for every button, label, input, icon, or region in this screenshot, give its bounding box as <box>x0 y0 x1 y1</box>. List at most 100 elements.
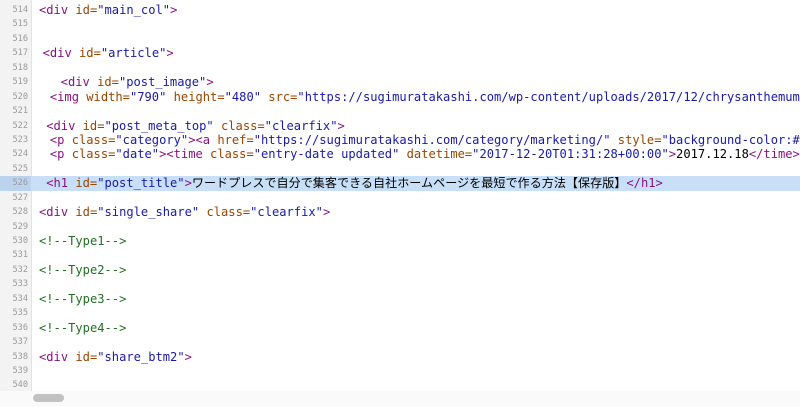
source-line[interactable]: 525 <box>0 162 800 176</box>
line-number: 524 <box>12 149 28 160</box>
string-token: "clearfix" <box>264 118 338 133</box>
line-number: 537 <box>12 337 28 348</box>
source-line[interactable]: 530 <!--Type1--> <box>0 234 800 248</box>
comment-token: <!--Type3--> <box>39 291 127 306</box>
line-code: <!--Type4--> <box>39 321 126 335</box>
attribute-token: height= <box>166 89 225 104</box>
tag-token: <div <box>42 46 80 61</box>
line-code: <div id="post_meta_top" class="clearfix"… <box>46 119 345 133</box>
line-number: 539 <box>12 365 28 376</box>
source-line[interactable]: 538 <div id="share_btm2"> <box>0 350 800 364</box>
line-number: 531 <box>12 250 28 261</box>
line-number: 538 <box>12 351 28 362</box>
string-token: "background-color:# <box>661 132 800 147</box>
source-line[interactable]: 527 <box>0 191 800 205</box>
source-line[interactable]: 533 <box>0 277 800 291</box>
line-number: 526 <box>0 176 31 191</box>
string-token: "main_col" <box>97 3 171 17</box>
comment-token: <!--Type2--> <box>39 262 127 277</box>
comment-token: <!--Type1--> <box>39 234 127 248</box>
line-number: 518 <box>12 62 28 73</box>
source-line[interactable]: 518 <box>0 61 800 75</box>
tag-token: > <box>166 46 174 61</box>
line-number: 520 <box>12 91 28 102</box>
attribute-token: id= <box>97 75 119 90</box>
attribute-token: width= <box>86 89 130 104</box>
string-token: "article" <box>100 46 167 61</box>
attribute-token: class= <box>213 118 265 133</box>
string-token: "category" <box>115 132 189 147</box>
source-line[interactable]: 531 <box>0 248 800 262</box>
tag-token: > <box>184 349 192 364</box>
attribute-token: id= <box>75 205 98 220</box>
line-code: <p class="category"><a href="https://sug… <box>50 133 800 147</box>
source-line[interactable]: 524 <p class="date"><time class="entry-da… <box>0 147 800 161</box>
source-line[interactable]: 519 <div id="post_image"> <box>0 75 800 89</box>
attribute-token: class= <box>71 147 116 162</box>
source-line[interactable]: 528 <div id="single_share" class="clearfi… <box>0 205 800 219</box>
string-token: "2017-12-20T01:31:28+00:00" <box>472 147 669 162</box>
line-code: <div id="share_btm2"> <box>39 350 192 364</box>
source-lines: 514 <div id="main_col"> 515 516 517 <div id="… <box>0 3 800 391</box>
attribute-token: id= <box>75 3 98 17</box>
string-token: "clearfix" <box>250 205 323 220</box>
tag-token: > <box>337 118 345 133</box>
source-line[interactable]: 529 <box>0 220 800 234</box>
source-line[interactable]: 539 <box>0 364 800 378</box>
string-token: "post_meta_top" <box>104 118 214 133</box>
tag-token: <p <box>49 147 72 162</box>
string-token: "single_share" <box>97 205 200 220</box>
source-line[interactable]: 532 <!--Type2--> <box>0 263 800 277</box>
scrollbar-thumb[interactable] <box>33 394 64 402</box>
string-token: "480" <box>224 89 262 104</box>
text-token: ワードプレスで自分で集客できる自社ホームページを最短で作る方法【保存版】 <box>191 176 627 191</box>
line-number: 527 <box>12 192 28 203</box>
tag-token: > <box>206 75 214 90</box>
line-number: 534 <box>12 293 28 304</box>
string-token: "https://sugimuratakashi.com/wp-content/… <box>297 89 800 104</box>
source-line[interactable]: 517 <div id="article"> <box>0 46 800 60</box>
tag-token: ><time <box>159 147 211 162</box>
string-token: "entry-date updated" <box>253 147 400 162</box>
tag-token: > <box>170 3 178 17</box>
tag-token: <img <box>49 89 87 104</box>
attribute-token: id= <box>79 46 101 61</box>
line-number: 515 <box>12 19 28 30</box>
source-line[interactable]: 540 <box>0 378 800 391</box>
line-code: <p class="date"><time class="entry-date … <box>50 147 800 161</box>
tag-token: ><a <box>188 132 218 147</box>
line-number: 521 <box>12 106 28 117</box>
line-number: 514 <box>12 5 28 15</box>
source-line[interactable]: 516 <box>0 32 800 46</box>
source-line[interactable]: 535 <box>0 306 800 320</box>
tag-token: </time> <box>748 147 800 162</box>
line-number: 529 <box>12 221 28 232</box>
source-line[interactable]: 514 <div id="main_col"> <box>0 3 800 17</box>
attribute-token: href= <box>217 132 254 147</box>
tag-token: <p <box>49 132 72 147</box>
line-code: <!--Type2--> <box>39 263 126 277</box>
attribute-token: class= <box>199 205 251 220</box>
source-line[interactable]: 521 <box>0 104 800 118</box>
tag-token: <div <box>60 75 98 90</box>
source-line[interactable]: 520 <img width="790" height="480" src="ht… <box>0 90 800 104</box>
attribute-token: id= <box>75 176 98 191</box>
source-line[interactable]: 534 <!--Type3--> <box>0 292 800 306</box>
attribute-token: class= <box>71 132 116 147</box>
horizontal-scrollbar[interactable] <box>0 391 800 407</box>
source-line[interactable]: 515 <box>0 17 800 31</box>
line-number: 516 <box>12 33 28 44</box>
line-number: 532 <box>12 264 28 275</box>
source-view[interactable]: 514 <div id="main_col"> 515 516 517 <div id="… <box>0 0 800 392</box>
source-line[interactable]: 537 <box>0 335 800 349</box>
line-number: 533 <box>12 279 28 290</box>
comment-token: <!--Type4--> <box>39 320 127 335</box>
attribute-token: class= <box>210 147 254 162</box>
attribute-token: src= <box>261 89 298 104</box>
tag-token: > <box>322 205 331 220</box>
string-token: "790" <box>129 89 167 104</box>
source-line[interactable]: 536 <!--Type4--> <box>0 321 800 335</box>
source-line[interactable]: 523 <p class="category"><a href="https://… <box>0 133 800 147</box>
highlighted-source-line[interactable]: 526 <h1 id="post_title">ワードプレスで自分で集客できる自社… <box>0 176 800 191</box>
source-line[interactable]: 522 <div id="post_meta_top" class="clearf… <box>0 119 800 133</box>
